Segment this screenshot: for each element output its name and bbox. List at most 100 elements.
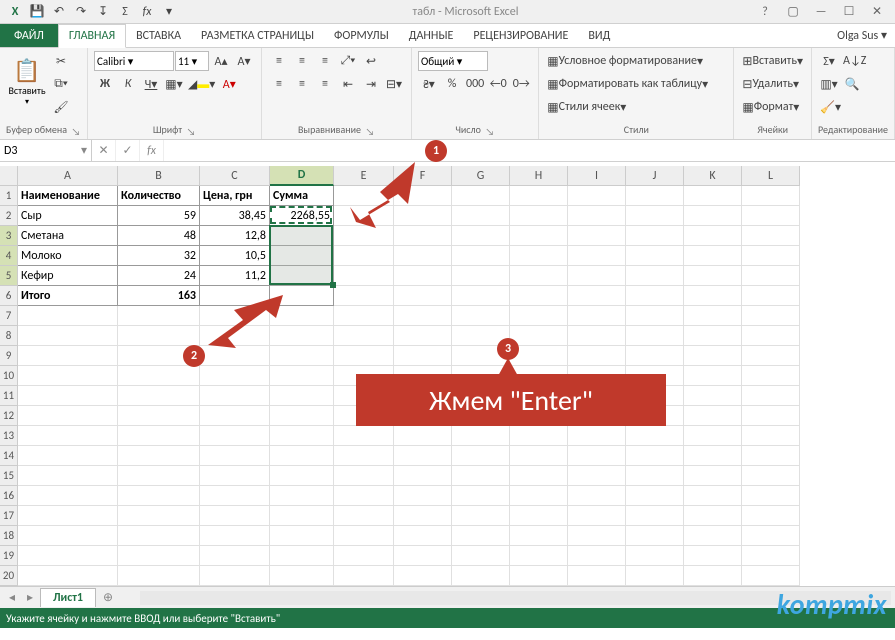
add-sheet-button[interactable]: ⊕ [98, 590, 118, 605]
cell[interactable] [118, 446, 200, 466]
column-header[interactable]: L [742, 166, 800, 186]
cell[interactable] [742, 386, 800, 406]
column-header[interactable]: G [452, 166, 510, 186]
tab-page-layout[interactable]: РАЗМЕТКА СТРАНИЦЫ [191, 24, 324, 47]
cell[interactable] [684, 286, 742, 306]
cell[interactable] [742, 546, 800, 566]
cell[interactable] [510, 506, 568, 526]
cell[interactable] [270, 566, 334, 586]
cell[interactable] [742, 226, 800, 246]
cell[interactable] [18, 306, 118, 326]
cell[interactable] [270, 526, 334, 546]
cell[interactable] [334, 486, 394, 506]
cell[interactable] [270, 466, 334, 486]
cell[interactable]: Сметана [18, 226, 118, 246]
cell[interactable] [334, 426, 394, 446]
cell[interactable]: 2268,55 [270, 206, 334, 226]
cell[interactable] [452, 526, 510, 546]
cell[interactable] [18, 546, 118, 566]
autosum-icon[interactable]: Σ [114, 1, 136, 23]
tab-view[interactable]: ВИД [578, 24, 620, 47]
cell[interactable] [626, 566, 684, 586]
cell[interactable] [334, 506, 394, 526]
currency-button[interactable]: ₴▾ [418, 73, 440, 95]
cell[interactable] [200, 466, 270, 486]
cell[interactable] [452, 466, 510, 486]
italic-button[interactable]: К [117, 73, 139, 95]
cell[interactable] [568, 226, 626, 246]
cell[interactable] [742, 326, 800, 346]
cell[interactable] [452, 226, 510, 246]
cell[interactable] [568, 546, 626, 566]
align-left-button[interactable]: ≡ [268, 73, 290, 95]
cell[interactable]: 48 [118, 226, 200, 246]
cell[interactable] [684, 566, 742, 586]
cell[interactable] [452, 206, 510, 226]
cell[interactable] [394, 266, 452, 286]
cell[interactable] [626, 446, 684, 466]
clear-button[interactable]: 🧹▾ [818, 96, 843, 118]
bold-button[interactable]: Ж [94, 73, 116, 95]
cell[interactable] [684, 406, 742, 426]
cell[interactable] [200, 406, 270, 426]
row-header[interactable]: 7 [0, 306, 18, 326]
cell[interactable] [742, 466, 800, 486]
cell[interactable] [334, 466, 394, 486]
cell[interactable] [452, 506, 510, 526]
cell[interactable] [394, 346, 452, 366]
cell[interactable] [742, 286, 800, 306]
cell[interactable] [452, 486, 510, 506]
dialog-launcher-icon[interactable]: ↘ [186, 125, 196, 135]
cancel-formula-button[interactable]: ✕ [92, 140, 116, 161]
row-header[interactable]: 9 [0, 346, 18, 366]
sort-filter-button[interactable]: A↓Z [841, 50, 868, 72]
row-header[interactable]: 4 [0, 246, 18, 266]
align-middle-button[interactable]: ≡ [291, 50, 313, 72]
tab-formulas[interactable]: ФОРМУЛЫ [324, 24, 399, 47]
cell[interactable] [742, 186, 800, 206]
cell[interactable] [394, 526, 452, 546]
cell[interactable] [510, 226, 568, 246]
cell[interactable] [626, 286, 684, 306]
format-as-table-button[interactable]: ▦ Форматировать как таблицу ▾ [545, 73, 710, 95]
cell[interactable]: Сумма [270, 186, 334, 206]
cell[interactable] [510, 186, 568, 206]
cell[interactable] [118, 526, 200, 546]
tab-data[interactable]: ДАННЫЕ [399, 24, 464, 47]
dialog-launcher-icon[interactable]: ↘ [485, 125, 495, 135]
cell[interactable] [684, 246, 742, 266]
cell[interactable] [270, 386, 334, 406]
cell[interactable] [270, 486, 334, 506]
column-header[interactable]: H [510, 166, 568, 186]
cell[interactable] [200, 386, 270, 406]
cell[interactable] [18, 506, 118, 526]
cell[interactable] [18, 326, 118, 346]
cell[interactable] [118, 426, 200, 446]
cut-button[interactable]: ✂ [50, 50, 72, 72]
minimize-icon[interactable]: — [807, 2, 835, 22]
cell[interactable] [334, 446, 394, 466]
cell[interactable]: 24 [118, 266, 200, 286]
cell[interactable] [118, 466, 200, 486]
cell[interactable] [742, 406, 800, 426]
cell[interactable] [568, 426, 626, 446]
cell[interactable] [118, 566, 200, 586]
number-format-combo[interactable]: Общий ▾ [418, 51, 488, 71]
enter-formula-button[interactable]: ✓ [116, 140, 140, 161]
fill-button[interactable]: ▥▾ [818, 73, 840, 95]
cell[interactable] [18, 446, 118, 466]
name-box[interactable]: D3▾ [0, 140, 92, 161]
cell[interactable] [334, 266, 394, 286]
cell[interactable] [626, 246, 684, 266]
cell[interactable] [568, 526, 626, 546]
row-header[interactable]: 20 [0, 566, 18, 586]
merge-center-button[interactable]: ⊟▾ [383, 73, 405, 95]
cell[interactable] [684, 386, 742, 406]
row-header[interactable]: 12 [0, 406, 18, 426]
cell[interactable] [626, 206, 684, 226]
cell[interactable] [742, 266, 800, 286]
cell[interactable] [684, 306, 742, 326]
cell[interactable] [626, 326, 684, 346]
cell[interactable] [510, 246, 568, 266]
cell[interactable] [200, 506, 270, 526]
